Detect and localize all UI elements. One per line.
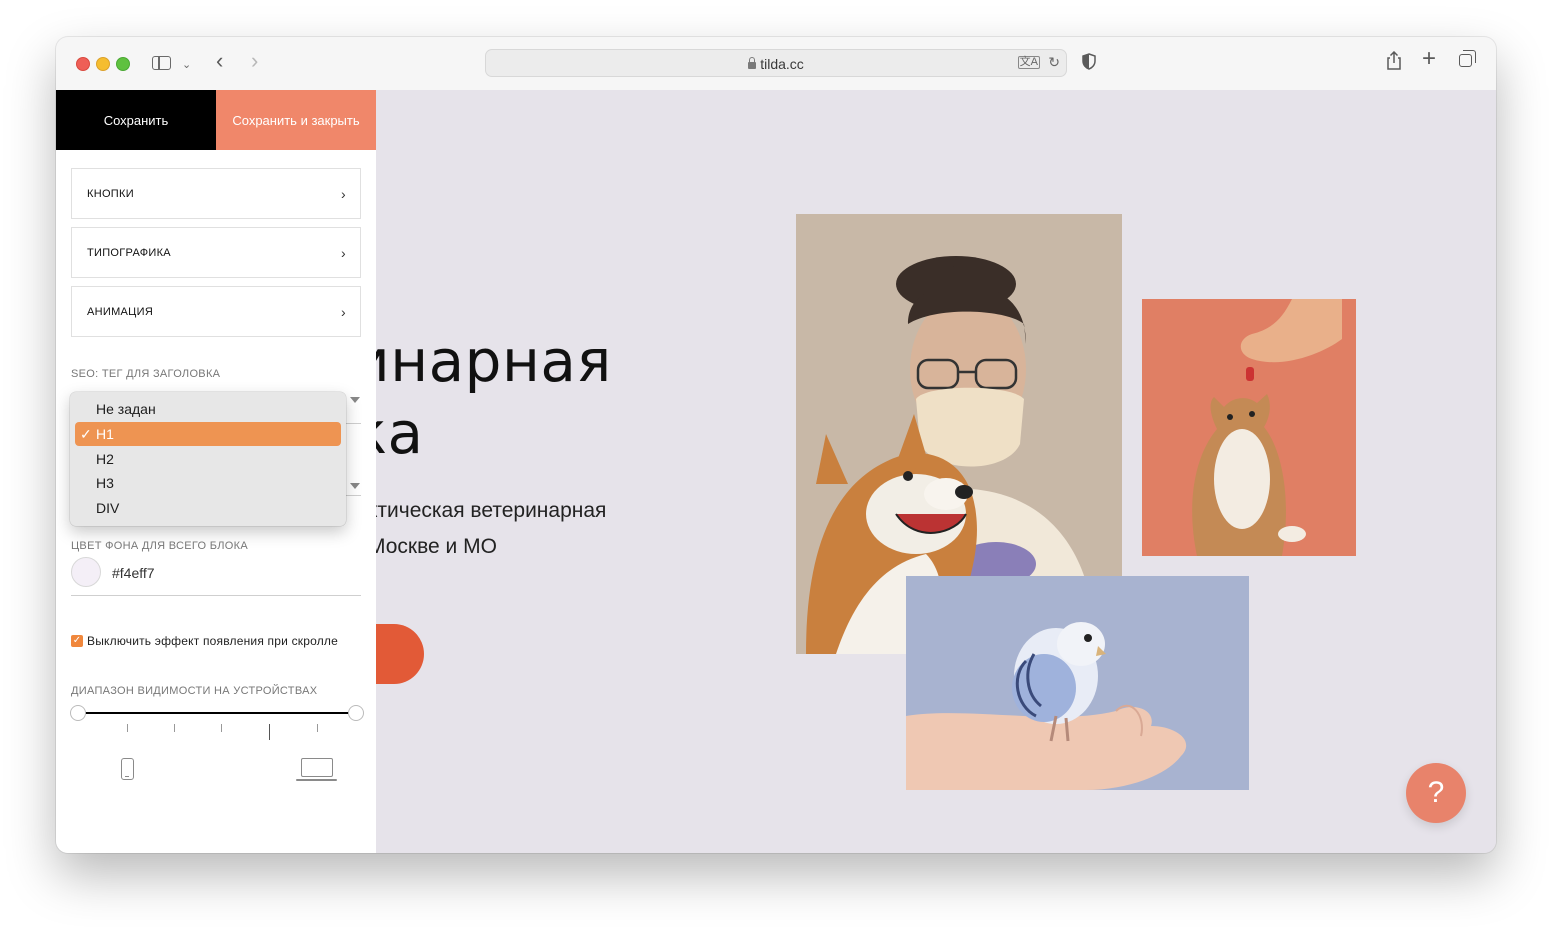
dropdown-option-selected[interactable]: ✓ H1 xyxy=(75,422,341,446)
page-preview: инарная ка ктическая ветеринарная Москве… xyxy=(376,90,1496,853)
close-window-button[interactable] xyxy=(76,57,90,71)
color-field-underline xyxy=(71,595,361,596)
url-text: tilda.cc xyxy=(760,56,804,72)
translate-icon[interactable]: 文A xyxy=(1017,56,1040,69)
dropdown-option[interactable]: DIV xyxy=(75,496,341,520)
chevron-right-icon: › xyxy=(341,303,346,320)
settings-panel: Сохранить Сохранить и закрыть КНОПКИ › Т… xyxy=(56,90,376,853)
forward-icon[interactable]: › xyxy=(251,50,258,72)
disable-scroll-label[interactable]: Выключить эффект появления при скролле xyxy=(87,634,338,648)
range-handle-min[interactable] xyxy=(70,705,86,721)
browser-toolbar: ⌄ ‹ › tilda.cc 文A ↻ + xyxy=(56,37,1496,91)
back-icon[interactable]: ‹ xyxy=(216,50,223,72)
reload-icon[interactable]: ↻ xyxy=(1048,54,1060,71)
disable-scroll-checkbox[interactable]: ✓ xyxy=(71,635,83,647)
new-tab-icon[interactable]: + xyxy=(1422,47,1436,71)
hero-cta-button[interactable] xyxy=(376,624,424,684)
visibility-range-track[interactable] xyxy=(78,712,356,714)
chevron-down-icon[interactable]: ⌄ xyxy=(182,55,191,75)
tab-overview-icon[interactable] xyxy=(1459,50,1476,67)
seo-tag-dropdown: Не задан ✓ H1 H2 H3 DIV xyxy=(70,392,346,526)
laptop-device-icon xyxy=(296,758,337,781)
checkmark-icon: ✓ xyxy=(80,426,92,442)
chevron-right-icon: › xyxy=(341,185,346,202)
section-label: ТИПОГРАФИКА xyxy=(87,246,171,259)
address-bar[interactable]: tilda.cc 文A ↻ xyxy=(485,49,1067,77)
lock-icon xyxy=(748,57,757,69)
range-tick xyxy=(127,724,128,732)
dropdown-option[interactable]: H3 xyxy=(75,471,341,495)
visibility-range-label: ДИАПАЗОН ВИДИМОСТИ НА УСТРОЙСТВАХ xyxy=(71,685,318,697)
color-swatch[interactable] xyxy=(71,557,101,587)
section-label: АНИМАЦИЯ xyxy=(87,305,154,318)
photo-cat xyxy=(1142,299,1356,556)
hero-subtitle: ктическая ветеринарная Москве и МО xyxy=(376,499,607,558)
sidebar-icon[interactable] xyxy=(152,56,171,70)
color-value-input[interactable]: #f4eff7 xyxy=(112,565,155,581)
share-icon[interactable] xyxy=(1386,51,1402,71)
zoom-window-button[interactable] xyxy=(116,57,130,71)
hero-title: инарная ка xyxy=(376,327,612,467)
range-handle-max[interactable] xyxy=(348,705,364,721)
dropdown-option[interactable]: Не задан xyxy=(75,397,341,421)
range-tick xyxy=(174,724,175,732)
section-buttons[interactable]: КНОПКИ › xyxy=(71,168,361,219)
section-animation[interactable]: АНИМАЦИЯ › xyxy=(71,286,361,337)
help-button[interactable]: ? xyxy=(1406,763,1466,823)
chevron-right-icon: › xyxy=(341,244,346,261)
photo-budgie xyxy=(906,576,1249,790)
dropdown-option-label: H1 xyxy=(96,426,114,442)
browser-window: ⌄ ‹ › tilda.cc 文A ↻ + Сохранить Сохранит… xyxy=(56,37,1496,853)
mobile-device-icon xyxy=(121,758,134,780)
dropdown-option[interactable]: H2 xyxy=(75,447,341,471)
url-display[interactable]: tilda.cc xyxy=(486,56,1066,72)
range-tick xyxy=(269,724,270,740)
range-tick xyxy=(317,724,318,732)
section-label: КНОПКИ xyxy=(87,187,134,200)
chevron-down-icon[interactable] xyxy=(350,397,360,403)
section-typography[interactable]: ТИПОГРАФИКА › xyxy=(71,227,361,278)
bg-color-label: ЦВЕТ ФОНА ДЛЯ ВСЕГО БЛОКА xyxy=(71,540,248,552)
save-button[interactable]: Сохранить xyxy=(56,90,216,150)
minimize-window-button[interactable] xyxy=(96,57,110,71)
chevron-down-icon[interactable] xyxy=(350,483,360,489)
range-tick xyxy=(221,724,222,732)
seo-tag-label: SEO: ТЕГ ДЛЯ ЗАГОЛОВКА xyxy=(71,368,221,380)
save-and-close-button[interactable]: Сохранить и закрыть xyxy=(216,90,376,150)
shield-icon[interactable] xyxy=(1082,53,1096,70)
